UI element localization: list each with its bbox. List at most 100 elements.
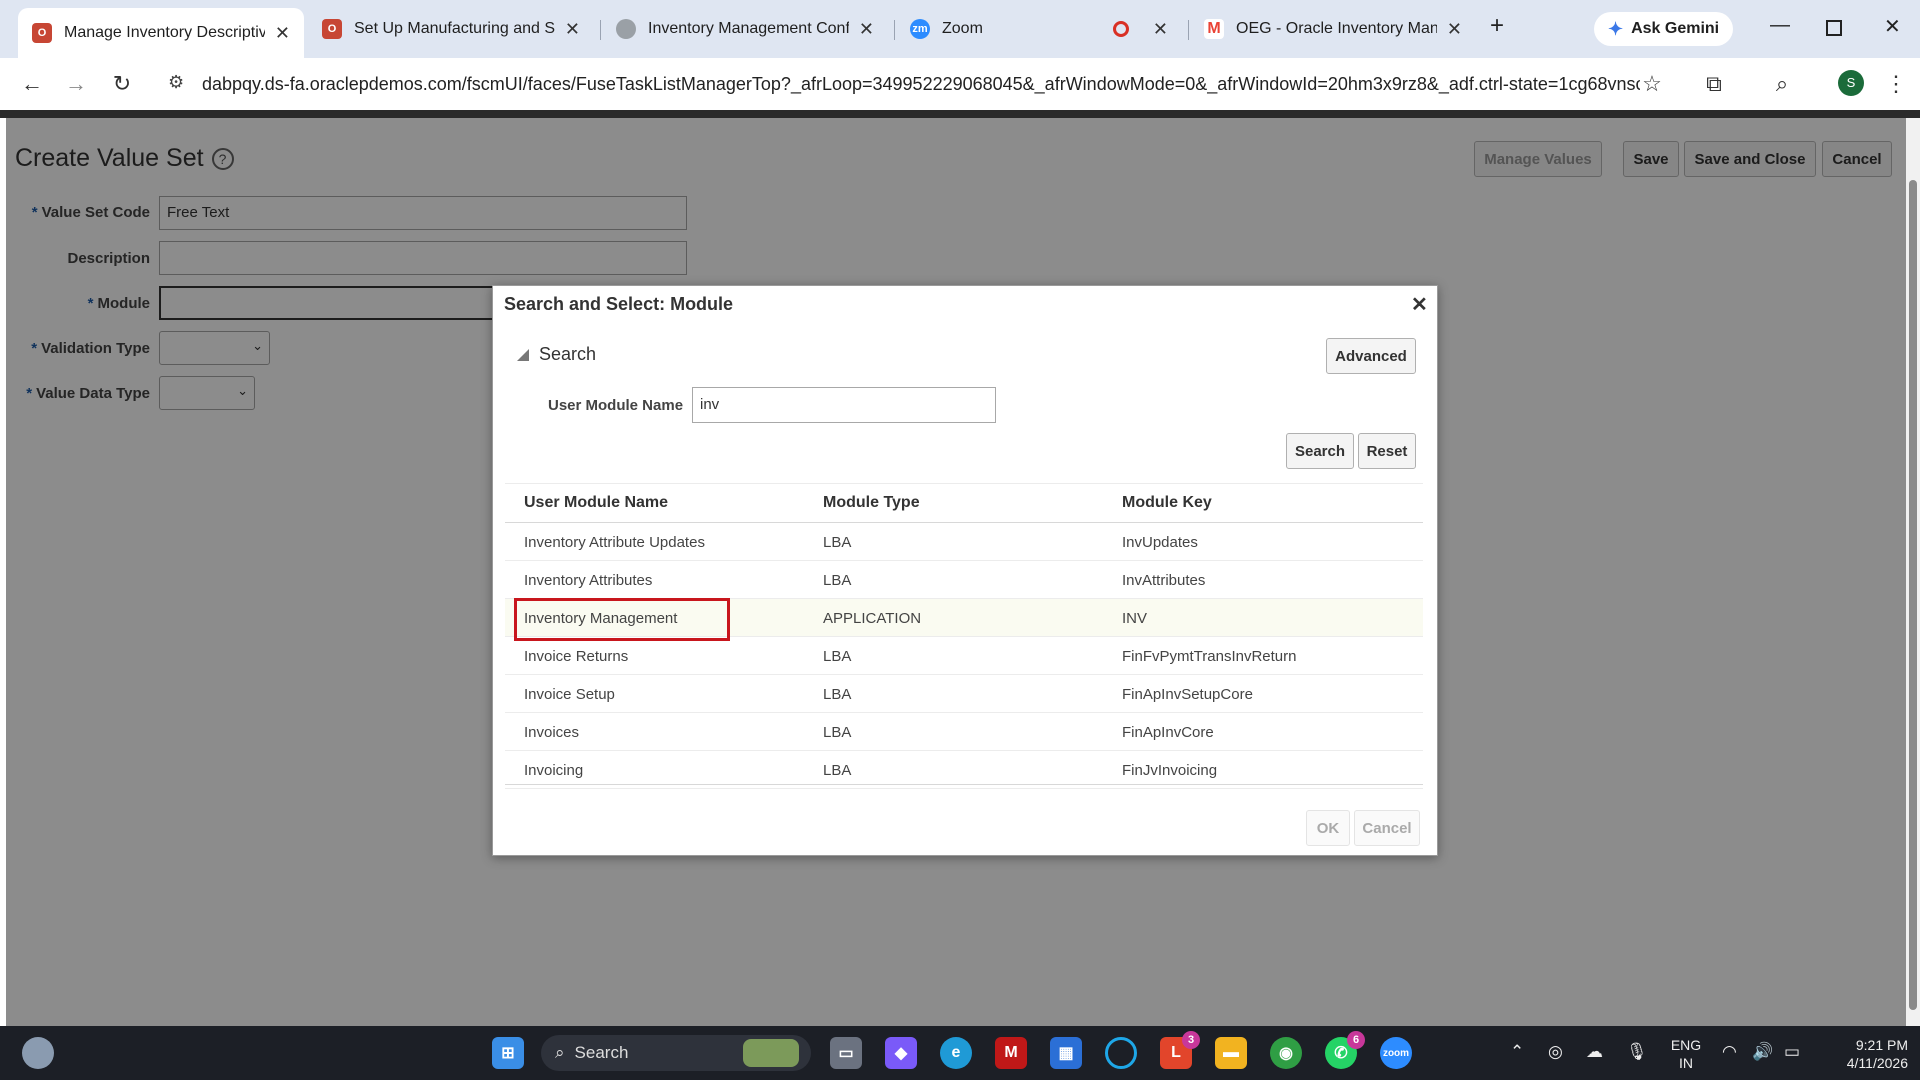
oracle-icon: O bbox=[32, 23, 52, 43]
column-user-module-name[interactable]: User Module Name bbox=[524, 494, 668, 512]
copilot-icon[interactable]: ◆ bbox=[885, 1037, 917, 1069]
cell-module-name: Inventory Attribute Updates bbox=[524, 534, 705, 551]
cell-module-key: FinApInvSetupCore bbox=[1122, 686, 1253, 703]
tab-title: OEG - Oracle Inventory Manag bbox=[1236, 20, 1437, 37]
browser-tabstrip: O Manage Inventory Descriptive ✕ O Set U… bbox=[0, 0, 1920, 58]
tab-setup-manufacturing[interactable]: O Set Up Manufacturing and Sup ✕ bbox=[308, 8, 594, 50]
table-row[interactable]: Invoices LBA FinApInvCore bbox=[505, 713, 1423, 751]
close-icon[interactable]: ✕ bbox=[1411, 292, 1428, 317]
gemini-icon: ✦ bbox=[1608, 18, 1624, 39]
extensions-icon[interactable]: ⧉ bbox=[1700, 70, 1728, 98]
cell-module-name: Invoicing bbox=[524, 762, 584, 779]
table-row[interactable]: Invoice Returns LBA FinFvPymtTransInvRet… bbox=[505, 637, 1423, 675]
volume-icon[interactable]: 🔊 bbox=[1752, 1042, 1773, 1062]
url-text: dabpqy.ds-fa.oraclepdemos.com/fscmUI/fac… bbox=[202, 73, 1640, 94]
l-app-icon[interactable]: L3 bbox=[1160, 1031, 1200, 1069]
whatsapp-icon[interactable]: ✆ 6 bbox=[1325, 1031, 1365, 1069]
task-view-icon[interactable]: ▭ bbox=[830, 1037, 862, 1069]
onedrive-icon[interactable]: ☁ bbox=[1586, 1042, 1603, 1062]
microsoft-store-icon[interactable]: ▦ bbox=[1050, 1037, 1082, 1069]
user-module-name-input[interactable]: inv bbox=[692, 387, 996, 423]
tab-manage-inventory[interactable]: O Manage Inventory Descriptive ✕ bbox=[18, 8, 304, 58]
microphone-icon[interactable]: 🎙 bbox=[1626, 1042, 1648, 1062]
close-window-icon[interactable]: ✕ bbox=[1884, 14, 1901, 39]
tab-title: Zoom bbox=[942, 20, 983, 37]
tab-title: Manage Inventory Descriptive bbox=[64, 24, 265, 41]
mcafee-icon[interactable]: M bbox=[995, 1037, 1027, 1069]
ask-gemini-button[interactable]: ✦ Ask Gemini bbox=[1594, 12, 1734, 46]
close-tab-icon[interactable]: ✕ bbox=[1153, 19, 1168, 40]
scrollbar-thumb[interactable] bbox=[1909, 180, 1917, 1010]
tab-search-icon[interactable]: ⌕ bbox=[1768, 70, 1796, 98]
whatsapp-badge: 6 bbox=[1347, 1031, 1365, 1049]
l-app-badge: 3 bbox=[1182, 1031, 1200, 1049]
cell-module-name: Inventory Attributes bbox=[524, 572, 653, 589]
reset-button[interactable]: Reset bbox=[1358, 433, 1416, 469]
site-info-icon[interactable]: ⚙ bbox=[168, 72, 184, 93]
wifi-icon[interactable]: ◠ bbox=[1722, 1042, 1737, 1062]
column-module-type[interactable]: Module Type bbox=[823, 494, 920, 512]
chevron-up-icon[interactable]: ⌃ bbox=[1510, 1042, 1524, 1062]
column-module-key[interactable]: Module Key bbox=[1122, 494, 1212, 512]
bookmark-star-icon[interactable]: ☆ bbox=[1638, 70, 1666, 98]
profile-avatar[interactable]: S bbox=[1838, 70, 1864, 96]
weather-widget-icon[interactable] bbox=[22, 1037, 54, 1069]
search-button[interactable]: Search bbox=[1286, 433, 1354, 469]
search-highlight-icon bbox=[743, 1039, 799, 1067]
file-explorer-icon[interactable]: ▬ bbox=[1215, 1037, 1247, 1069]
cell-module-key: FinFvPymtTransInvReturn bbox=[1122, 648, 1297, 665]
battery-icon[interactable]: ▭ bbox=[1784, 1042, 1800, 1062]
oracle-icon: O bbox=[322, 19, 342, 39]
cell-module-name: Invoice Returns bbox=[524, 648, 629, 665]
ok-button[interactable]: OK bbox=[1306, 810, 1350, 846]
menu-kebab-icon[interactable]: ⋮ bbox=[1882, 70, 1910, 98]
table-header: User Module Name Module Type Module Key bbox=[505, 483, 1423, 523]
cell-module-type: LBA bbox=[823, 534, 852, 551]
recording-icon bbox=[1112, 21, 1129, 37]
taskbar-search[interactable]: ⌕ Search bbox=[541, 1035, 811, 1071]
page-scrollbar[interactable] bbox=[1906, 118, 1920, 1026]
collapse-triangle-icon[interactable] bbox=[517, 348, 529, 361]
clock[interactable]: 9:21 PM 4/11/2026 bbox=[1824, 1036, 1908, 1072]
language-indicator[interactable]: ENG IN bbox=[1668, 1036, 1704, 1072]
gmail-icon: M bbox=[1204, 19, 1224, 39]
tab-title: Inventory Management Config bbox=[648, 20, 849, 37]
table-row[interactable]: Inventory Attribute Updates LBA InvUpdat… bbox=[505, 523, 1423, 561]
tab-separator bbox=[894, 20, 895, 40]
windows-start-icon[interactable]: ⊞ bbox=[492, 1037, 524, 1069]
dialog-cancel-button[interactable]: Cancel bbox=[1354, 810, 1420, 846]
address-bar[interactable]: ⚙ dabpqy.ds-fa.oraclepdemos.com/fscmUI/f… bbox=[160, 66, 1640, 102]
reload-icon[interactable]: ↻ bbox=[108, 70, 136, 98]
search-section-header[interactable]: Search bbox=[517, 344, 596, 365]
forward-icon[interactable]: → bbox=[62, 70, 90, 98]
close-tab-icon[interactable]: ✕ bbox=[275, 23, 290, 44]
tab-separator bbox=[1188, 20, 1189, 40]
edge-icon[interactable]: e bbox=[940, 1037, 972, 1069]
tab-oeg-gmail[interactable]: M OEG - Oracle Inventory Manag ✕ bbox=[1190, 8, 1476, 50]
tab-inventory-config[interactable]: Inventory Management Config ✕ bbox=[602, 8, 888, 50]
chrome-icon[interactable]: ◉ bbox=[1270, 1037, 1302, 1069]
close-tab-icon[interactable]: ✕ bbox=[565, 19, 580, 40]
cell-module-type: LBA bbox=[823, 724, 852, 741]
search-select-module-dialog: Search and Select: Module ✕ Search Advan… bbox=[492, 285, 1438, 856]
back-icon[interactable]: ← bbox=[18, 70, 46, 98]
sync-icon[interactable]: ◎ bbox=[1548, 1042, 1563, 1062]
cell-module-key: INV bbox=[1122, 610, 1148, 627]
zoom-app-icon[interactable]: zoom bbox=[1380, 1037, 1412, 1069]
cell-module-type: LBA bbox=[823, 686, 852, 703]
tab-zoom[interactable]: zm Zoom ✕ bbox=[896, 8, 1182, 50]
table-row[interactable]: Invoice Setup LBA FinApInvSetupCore bbox=[505, 675, 1423, 713]
minimize-icon[interactable]: — bbox=[1770, 14, 1790, 37]
windows-taskbar: ⊞ ⌕ Search ▭ ◆ e M ▦ L3 ▬ ◉ ✆ 6 zoom ⌃ ◎ … bbox=[0, 1026, 1920, 1080]
globe-icon bbox=[616, 19, 636, 39]
new-tab-icon[interactable]: + bbox=[1490, 12, 1504, 40]
ask-gemini-label: Ask Gemini bbox=[1631, 20, 1720, 37]
time-text: 9:21 PM bbox=[1855, 1037, 1908, 1053]
date-text: 4/11/2026 bbox=[1846, 1055, 1908, 1071]
alexa-icon[interactable] bbox=[1105, 1037, 1137, 1069]
maximize-icon[interactable] bbox=[1826, 20, 1842, 36]
advanced-button[interactable]: Advanced bbox=[1326, 338, 1416, 374]
table-row[interactable]: Inventory Attributes LBA InvAttributes bbox=[505, 561, 1423, 599]
close-tab-icon[interactable]: ✕ bbox=[859, 19, 874, 40]
close-tab-icon[interactable]: ✕ bbox=[1447, 19, 1462, 40]
